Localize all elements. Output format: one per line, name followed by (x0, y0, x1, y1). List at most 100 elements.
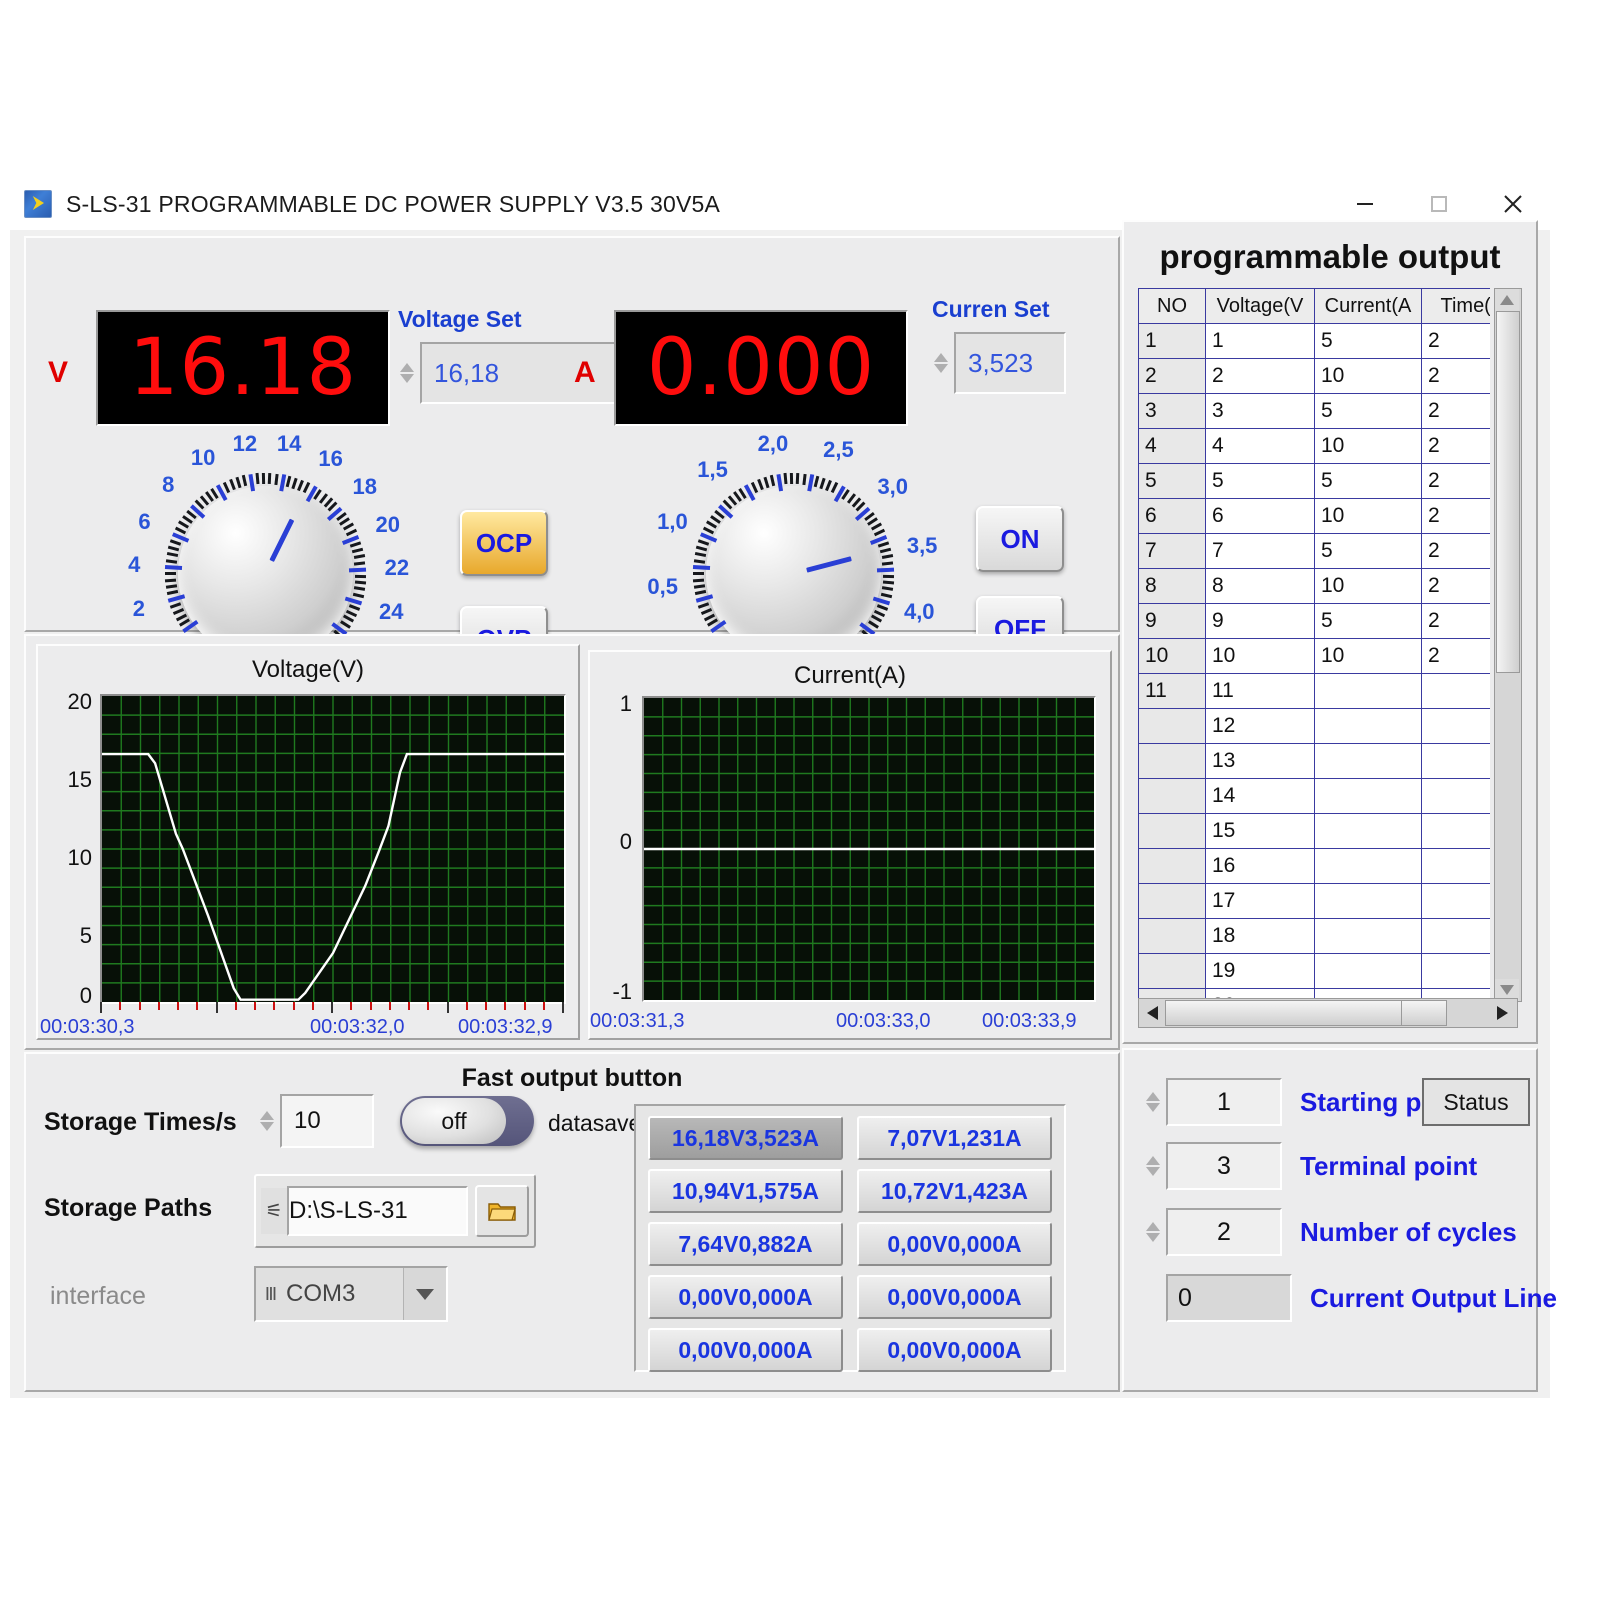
terminal-point-spinbox[interactable]: 3 (1140, 1142, 1282, 1190)
table-cell-voltage[interactable]: 1 (1206, 324, 1315, 359)
table-cell-no[interactable]: 7 (1139, 534, 1206, 569)
chevron-down-icon[interactable] (260, 1122, 274, 1131)
fast-output-button[interactable]: 7,64V0,882A (648, 1222, 843, 1266)
table-vertical-scrollbar[interactable] (1494, 288, 1522, 1002)
table-cell-current[interactable] (1315, 709, 1422, 744)
fast-output-button[interactable]: 0,00V0,000A (857, 1222, 1052, 1266)
table-row[interactable]: 3352 (1139, 394, 1491, 429)
scroll-left-arrow[interactable] (1139, 1006, 1165, 1020)
fast-output-button[interactable]: 16,18V3,523A (648, 1116, 843, 1160)
table-cell-current[interactable]: 5 (1315, 324, 1422, 359)
table-cell-voltage[interactable]: 3 (1206, 394, 1315, 429)
chevron-up-icon[interactable] (400, 363, 414, 372)
cycles-field[interactable]: 2 (1166, 1208, 1282, 1256)
table-cell-voltage[interactable]: 18 (1206, 919, 1315, 954)
interface-select[interactable]: Ⅲ COM3 (254, 1266, 448, 1322)
fast-output-button[interactable]: 7,07V1,231A (857, 1116, 1052, 1160)
table-cell-no[interactable]: 5 (1139, 464, 1206, 499)
table-cell-time[interactable]: 2 (1422, 499, 1491, 534)
table-row[interactable]: 16 (1139, 849, 1491, 884)
datasave-toggle-state[interactable]: off (402, 1098, 506, 1144)
chevron-down-icon[interactable] (403, 1268, 446, 1320)
table-cell-no[interactable]: 4 (1139, 429, 1206, 464)
status-button[interactable]: Status (1422, 1078, 1530, 1126)
table-row[interactable]: 18 (1139, 919, 1491, 954)
table-cell-no[interactable]: 2 (1139, 359, 1206, 394)
fast-output-button[interactable]: 10,94V1,575A (648, 1169, 843, 1213)
table-hscroll-thumb[interactable] (1165, 1000, 1447, 1026)
starting-point-spinbox[interactable]: 1 (1140, 1078, 1282, 1126)
table-cell-no[interactable] (1139, 919, 1206, 954)
table-row[interactable]: 1111 (1139, 674, 1491, 709)
table-cell-time[interactable] (1422, 674, 1491, 709)
table-cell-time[interactable] (1422, 849, 1491, 884)
fast-output-button[interactable]: 0,00V0,000A (648, 1275, 843, 1319)
chevron-down-icon[interactable] (934, 364, 948, 373)
chevron-up-icon[interactable] (1146, 1222, 1160, 1231)
table-cell-voltage[interactable]: 13 (1206, 744, 1315, 779)
datasave-toggle[interactable]: off (400, 1096, 534, 1146)
table-cell-no[interactable] (1139, 954, 1206, 989)
table-cell-time[interactable]: 2 (1422, 639, 1491, 674)
table-cell-current[interactable] (1315, 849, 1422, 884)
table-cell-time[interactable]: 2 (1422, 359, 1491, 394)
storage-path-control[interactable]: ⚟ D:\S-LS-31 (254, 1174, 536, 1248)
table-row[interactable]: 14 (1139, 779, 1491, 814)
table-cell-no[interactable] (1139, 744, 1206, 779)
chevron-up-icon[interactable] (1146, 1156, 1160, 1165)
table-cell-time[interactable] (1422, 919, 1491, 954)
table-cell-time[interactable]: 2 (1422, 569, 1491, 604)
table-cell-current[interactable]: 10 (1315, 429, 1422, 464)
storage-times-spinbox[interactable]: 10 (254, 1094, 374, 1148)
terminal-point-stepper[interactable] (1140, 1142, 1166, 1190)
fast-output-button[interactable]: 10,72V1,423A (857, 1169, 1052, 1213)
table-cell-voltage[interactable]: 19 (1206, 954, 1315, 989)
table-cell-current[interactable]: 5 (1315, 534, 1422, 569)
chevron-up-icon[interactable] (260, 1111, 274, 1120)
table-cell-current[interactable]: 5 (1315, 394, 1422, 429)
ocp-button[interactable]: OCP (460, 510, 548, 576)
fast-output-button[interactable]: 0,00V0,000A (857, 1275, 1052, 1319)
chevron-down-icon[interactable] (1146, 1233, 1160, 1242)
table-cell-no[interactable]: 9 (1139, 604, 1206, 639)
table-row[interactable]: 19 (1139, 954, 1491, 989)
table-cell-no[interactable]: 3 (1139, 394, 1206, 429)
starting-point-stepper[interactable] (1140, 1078, 1166, 1126)
table-row[interactable]: 12 (1139, 709, 1491, 744)
cycles-stepper[interactable] (1140, 1208, 1166, 1256)
terminal-point-field[interactable]: 3 (1166, 1142, 1282, 1190)
fast-output-button[interactable]: 0,00V0,000A (857, 1328, 1052, 1372)
table-cell-voltage[interactable]: 9 (1206, 604, 1315, 639)
table-cell-current[interactable]: 10 (1315, 639, 1422, 674)
table-cell-time[interactable] (1422, 814, 1491, 849)
storage-times-field[interactable]: 10 (280, 1094, 374, 1148)
table-cell-no[interactable] (1139, 884, 1206, 919)
chevron-up-icon[interactable] (1146, 1092, 1160, 1101)
starting-point-field[interactable]: 1 (1166, 1078, 1282, 1126)
table-cell-no[interactable] (1139, 849, 1206, 884)
fast-output-button[interactable]: 0,00V0,000A (648, 1328, 843, 1372)
table-cell-voltage[interactable]: 6 (1206, 499, 1315, 534)
table-cell-voltage[interactable]: 15 (1206, 814, 1315, 849)
table-cell-voltage[interactable]: 5 (1206, 464, 1315, 499)
table-row[interactable]: 88102 (1139, 569, 1491, 604)
storage-path-input[interactable]: D:\S-LS-31 (287, 1186, 468, 1236)
table-cell-no[interactable] (1139, 814, 1206, 849)
storage-times-stepper[interactable] (254, 1094, 280, 1148)
table-cell-current[interactable]: 10 (1315, 569, 1422, 604)
table-cell-current[interactable]: 10 (1315, 359, 1422, 394)
table-row[interactable]: 66102 (1139, 499, 1491, 534)
voltage-set-stepper[interactable] (394, 342, 420, 404)
table-cell-time[interactable]: 2 (1422, 394, 1491, 429)
table-cell-no[interactable] (1139, 779, 1206, 814)
table-vscroll-thumb[interactable] (1496, 311, 1520, 673)
table-cell-time[interactable] (1422, 709, 1491, 744)
table-horizontal-scrollbar[interactable] (1138, 998, 1518, 1028)
table-cell-current[interactable]: 10 (1315, 499, 1422, 534)
chevron-up-icon[interactable] (934, 353, 948, 362)
table-cell-time[interactable] (1422, 954, 1491, 989)
table-cell-voltage[interactable]: 7 (1206, 534, 1315, 569)
table-cell-no[interactable]: 8 (1139, 569, 1206, 604)
current-set-stepper[interactable] (928, 332, 954, 394)
table-cell-time[interactable] (1422, 884, 1491, 919)
